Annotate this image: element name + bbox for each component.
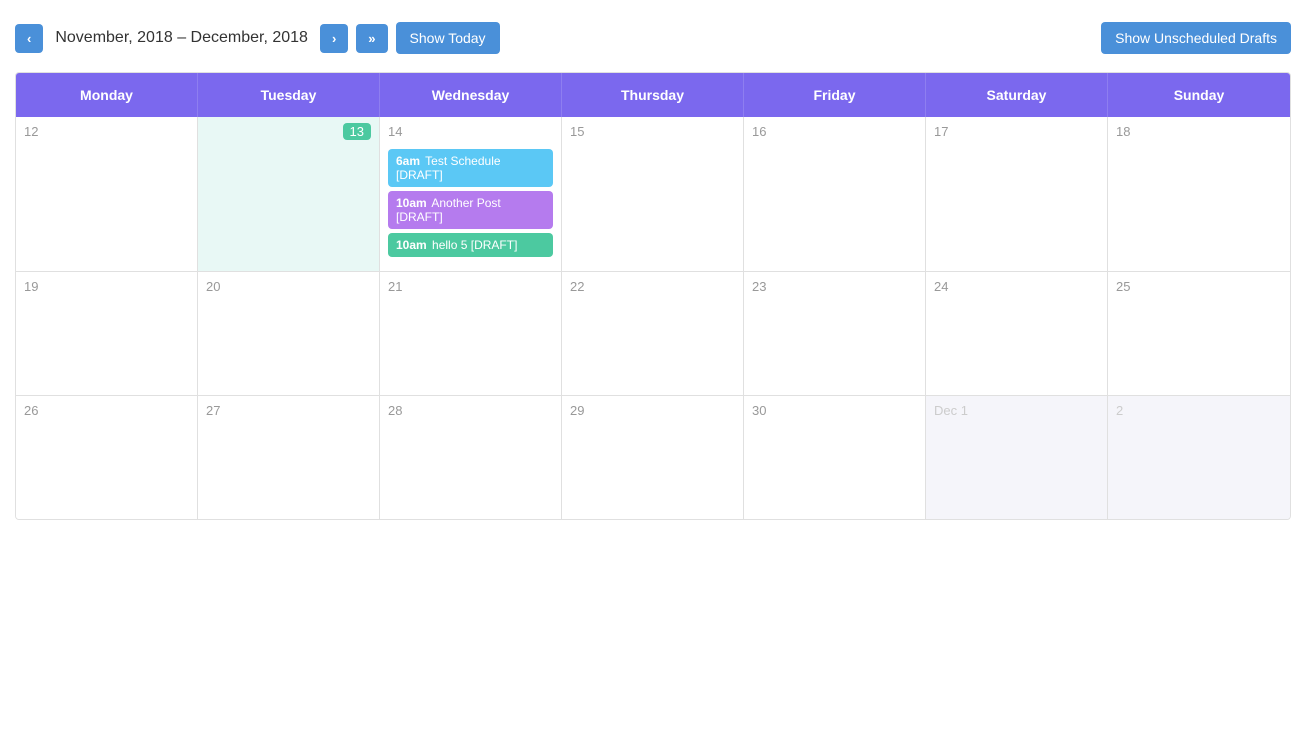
header-wednesday: Wednesday [380,73,562,117]
events-cell-23[interactable] [744,300,926,395]
date-cell-dec1[interactable]: Dec 1 [926,396,1108,424]
header-tuesday: Tuesday [198,73,380,117]
date-range-label: November, 2018 – December, 2018 [55,29,308,47]
date-cell-28[interactable]: 28 [380,396,562,424]
events-cell-15[interactable] [562,145,744,271]
event-test-schedule[interactable]: 6am Test Schedule [DRAFT] [388,149,553,187]
date-cell-12[interactable]: 12 [16,117,198,145]
events-cell-25[interactable] [1108,300,1290,395]
date-cell-23[interactable]: 23 [744,272,926,300]
date-cell-17[interactable]: 17 [926,117,1108,145]
week-3-events [16,424,1290,519]
events-cell-16[interactable] [744,145,926,271]
header-monday: Monday [16,73,198,117]
date-cell-25[interactable]: 25 [1108,272,1290,300]
toolbar: ‹ November, 2018 – December, 2018 › » Sh… [15,10,1291,72]
events-cell-26[interactable] [16,424,198,519]
show-drafts-button[interactable]: Show Unscheduled Drafts [1101,22,1291,54]
header-thursday: Thursday [562,73,744,117]
events-cell-21[interactable] [380,300,562,395]
week-3: 26 27 28 29 30 Dec 1 2 [16,396,1290,519]
date-cell-24[interactable]: 24 [926,272,1108,300]
events-cell-29[interactable] [562,424,744,519]
date-cell-15[interactable]: 15 [562,117,744,145]
next-next-button[interactable]: » [356,24,387,53]
week-2-dates: 19 20 21 22 23 24 25 [16,272,1290,300]
week-3-dates: 26 27 28 29 30 Dec 1 2 [16,396,1290,424]
date-cell-29[interactable]: 29 [562,396,744,424]
events-cell-20[interactable] [198,300,380,395]
date-cell-14[interactable]: 14 [380,117,562,145]
week-2: 19 20 21 22 23 24 25 [16,272,1290,396]
header-saturday: Saturday [926,73,1108,117]
events-cell-19[interactable] [16,300,198,395]
date-cell-13[interactable]: 13 [198,117,380,145]
events-cell-30[interactable] [744,424,926,519]
date-cell-27[interactable]: 27 [198,396,380,424]
events-cell-12[interactable] [16,145,198,271]
show-today-button[interactable]: Show Today [396,22,500,54]
week-1-events: 6am Test Schedule [DRAFT] 10am Another P… [16,145,1290,271]
date-cell-22[interactable]: 22 [562,272,744,300]
date-cell-18[interactable]: 18 [1108,117,1290,145]
event-hello-5[interactable]: 10am hello 5 [DRAFT] [388,233,553,257]
events-cell-22[interactable] [562,300,744,395]
date-cell-30[interactable]: 30 [744,396,926,424]
date-cell-16[interactable]: 16 [744,117,926,145]
calendar-header: Monday Tuesday Wednesday Thursday Friday… [16,73,1290,117]
events-cell-14[interactable]: 6am Test Schedule [DRAFT] 10am Another P… [380,145,562,271]
prev-prev-button[interactable]: ‹ [15,24,43,53]
events-cell-27[interactable] [198,424,380,519]
date-cell-dec2[interactable]: 2 [1108,396,1290,424]
week-1: 12 13 14 15 16 17 18 6am Test Schedule [… [16,117,1290,272]
events-cell-18[interactable] [1108,145,1290,271]
events-cell-17[interactable] [926,145,1108,271]
events-cell-28[interactable] [380,424,562,519]
date-cell-26[interactable]: 26 [16,396,198,424]
header-sunday: Sunday [1108,73,1290,117]
next-button[interactable]: › [320,24,348,53]
toolbar-left: ‹ November, 2018 – December, 2018 › » Sh… [15,22,1093,54]
date-cell-19[interactable]: 19 [16,272,198,300]
page-wrapper: ‹ November, 2018 – December, 2018 › » Sh… [0,0,1306,750]
events-cell-13[interactable] [198,145,380,271]
event-another-post[interactable]: 10am Another Post [DRAFT] [388,191,553,229]
date-cell-20[interactable]: 20 [198,272,380,300]
date-cell-21[interactable]: 21 [380,272,562,300]
week-1-dates: 12 13 14 15 16 17 18 [16,117,1290,145]
events-cell-dec2[interactable] [1108,424,1290,519]
header-friday: Friday [744,73,926,117]
events-cell-24[interactable] [926,300,1108,395]
events-cell-dec1[interactable] [926,424,1108,519]
calendar-container: Monday Tuesday Wednesday Thursday Friday… [15,72,1291,520]
week-2-events [16,300,1290,395]
